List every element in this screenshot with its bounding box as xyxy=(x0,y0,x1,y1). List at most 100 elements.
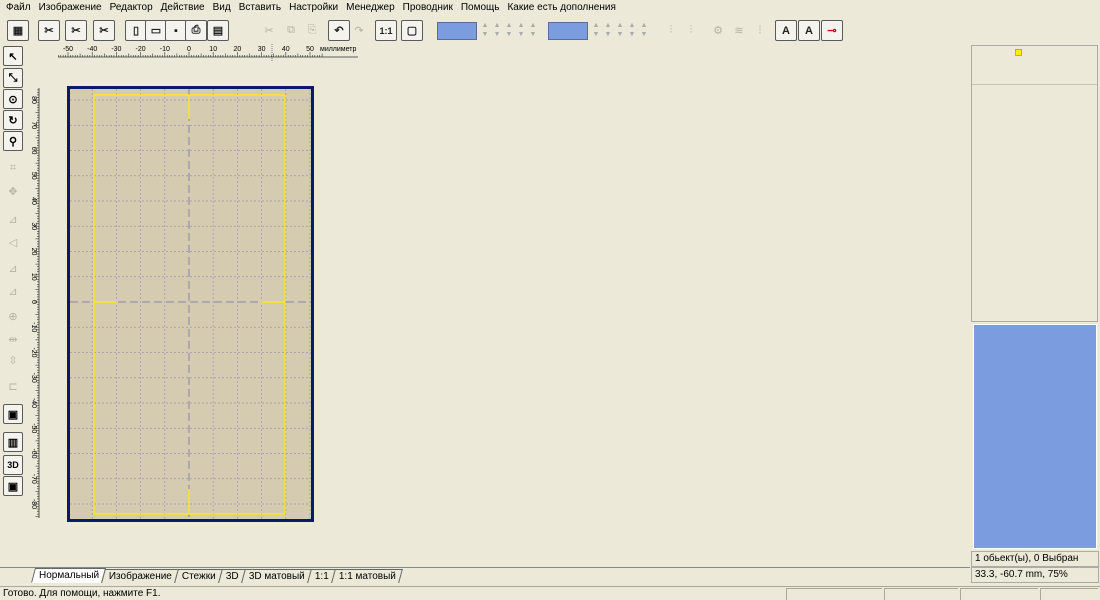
open-file-button[interactable]: ▭ xyxy=(145,20,167,41)
order-tool[interactable]: ⊏ xyxy=(3,376,23,396)
align-v-tool[interactable]: ⇳ xyxy=(3,350,23,370)
key-button[interactable]: ⊸ xyxy=(821,20,843,41)
photo-tool[interactable]: ▣ xyxy=(3,476,23,496)
color-swatch-secondary[interactable] xyxy=(548,22,588,40)
spin-up-icon[interactable]: ▲ ▼ xyxy=(639,21,649,41)
skew-v-tool[interactable]: ⊿ xyxy=(3,281,23,301)
zoom-tool[interactable]: ⚲ xyxy=(3,131,23,151)
menu-item-1[interactable]: Изображение xyxy=(35,0,106,16)
menu-item-9[interactable]: Помощь xyxy=(457,0,504,16)
spin-up-icon[interactable]: ▲ ▼ xyxy=(480,21,490,41)
paste-button[interactable]: ⎘ xyxy=(301,20,323,41)
center-icon: ⊕ xyxy=(8,310,18,323)
mirror-v-tool[interactable]: ◁ xyxy=(3,232,23,252)
align-spread-button[interactable]: ⫶ xyxy=(680,20,702,41)
tab-label: Стежки xyxy=(181,571,216,582)
redo-icon: ↷ xyxy=(354,25,364,37)
overview-panel xyxy=(971,45,1098,322)
spin-up-icon[interactable]: ▲ ▼ xyxy=(627,21,637,41)
distribute-icon: ⚙ xyxy=(713,25,723,37)
menu-item-4[interactable]: Вид xyxy=(209,0,235,16)
tab-4[interactable]: 3D матовый xyxy=(240,569,312,583)
digitize-button[interactable]: ✂ xyxy=(38,20,60,41)
menu-item-10[interactable]: Какие есть дополнения xyxy=(503,0,619,16)
tab-0[interactable]: Нормальный xyxy=(30,568,107,583)
redo-button[interactable]: ↷ xyxy=(348,20,370,41)
print-button[interactable]: ⎙ xyxy=(185,20,207,41)
cut-icon: ✂ xyxy=(264,25,274,37)
lasso-tool[interactable]: ⊙ xyxy=(3,89,23,109)
hoop-icon: ▣ xyxy=(7,408,19,421)
menu-item-6[interactable]: Настройки xyxy=(285,0,342,16)
align-center-icon: ⫶ xyxy=(669,24,673,36)
overview-marker-icon[interactable] xyxy=(1015,49,1022,56)
menu-item-2[interactable]: Редактор xyxy=(106,0,157,16)
select-tool[interactable]: ↖ xyxy=(3,46,23,66)
spin-up-icon[interactable]: ▲ ▼ xyxy=(615,21,625,41)
text-path-button[interactable]: A xyxy=(798,20,820,41)
menu-item-5[interactable]: Вставить xyxy=(235,0,285,16)
digitize-cross-button[interactable]: ✂ xyxy=(93,20,115,41)
mirror-h-tool[interactable]: ⊿ xyxy=(3,209,23,229)
menu-item-3[interactable]: Действие xyxy=(157,0,209,16)
align-spread-icon: ⫶ xyxy=(689,24,693,36)
color-preview-panel[interactable] xyxy=(973,324,1097,549)
fit-icon: ▢ xyxy=(406,25,418,37)
tab-2[interactable]: Стежки xyxy=(174,569,223,583)
skew-tool[interactable]: ⊿ xyxy=(3,258,23,278)
open-design-button[interactable]: ▦ xyxy=(7,20,29,41)
ruler-label: -70 xyxy=(30,474,37,484)
spin-up-icon[interactable]: ▲ ▼ xyxy=(492,21,502,41)
center-tool[interactable]: ⊕ xyxy=(3,306,23,326)
ruler-label: 80 xyxy=(30,96,37,104)
tab-1[interactable]: Изображение xyxy=(101,569,180,583)
fit-button[interactable]: ▢ xyxy=(401,20,423,41)
align-v-icon: ⇳ xyxy=(8,354,18,367)
select-icon: ↖ xyxy=(8,50,18,63)
undo-button[interactable]: ↶ xyxy=(328,20,350,41)
print-preview-button[interactable]: ▤ xyxy=(207,20,229,41)
color-swatch-primary[interactable] xyxy=(437,22,477,40)
digitize-photo-button[interactable]: ✂ xyxy=(65,20,87,41)
reshape-icon: ⤡ xyxy=(8,71,18,84)
view-2d-tool[interactable]: ▥ xyxy=(3,432,23,452)
menu-bar: Файл Изображение Редактор Действие Вид Встави… xyxy=(0,0,1100,16)
spin-up-icon[interactable]: ▲ ▼ xyxy=(516,21,526,41)
reshape-tool[interactable]: ⤡ xyxy=(3,68,23,88)
move-tool[interactable]: ✥ xyxy=(3,181,23,201)
cut-button[interactable]: ✂ xyxy=(258,20,280,41)
distribute-button[interactable]: ⚙ xyxy=(707,20,729,41)
text-button[interactable]: A xyxy=(775,20,797,41)
save-button[interactable]: ▪ xyxy=(165,20,187,41)
spin-up-icon[interactable]: ▲ ▼ xyxy=(528,21,538,41)
tab-6[interactable]: 1:1 матовый xyxy=(330,569,403,583)
menu-item-8[interactable]: Проводник xyxy=(399,0,457,16)
tab-label: Нормальный xyxy=(39,570,100,581)
open-file-icon: ▭ xyxy=(150,25,162,37)
view-3d-tool[interactable]: 3D xyxy=(3,455,23,475)
status-pane xyxy=(960,588,1038,600)
wave-button[interactable]: ≋ xyxy=(728,20,750,41)
open-design-icon: ▦ xyxy=(12,25,24,37)
align-h-tool[interactable]: ⇹ xyxy=(3,329,23,349)
mirror-v-icon: ◁ xyxy=(8,236,18,249)
spin-up-icon[interactable]: ▲ ▼ xyxy=(603,21,613,41)
ruler-label: 50 xyxy=(306,46,314,53)
view-3d-icon: 3D xyxy=(7,460,19,470)
resize-tool[interactable]: ⌗ xyxy=(3,158,23,178)
spin-up-icon[interactable]: ▲ ▼ xyxy=(591,21,601,41)
menu-item-7[interactable]: Менеджер xyxy=(342,0,399,16)
menu-item-0[interactable]: Файл xyxy=(2,0,35,16)
rotate-tool[interactable]: ↻ xyxy=(3,110,23,130)
column-button[interactable]: ⦙ xyxy=(749,20,771,41)
copy-button[interactable]: ⧉ xyxy=(280,20,302,41)
hoop-tool[interactable]: ▣ xyxy=(3,404,23,424)
zoom-1-1-button[interactable]: 1:1 xyxy=(375,20,397,41)
new-file-button[interactable]: ▯ xyxy=(125,20,147,41)
design-canvas[interactable] xyxy=(67,86,314,522)
align-center-button[interactable]: ⫶ xyxy=(660,20,682,41)
paste-icon: ⎘ xyxy=(307,24,317,36)
skew-v-icon: ⊿ xyxy=(8,285,18,298)
ruler-label: 20 xyxy=(234,46,242,53)
spin-up-icon[interactable]: ▲ ▼ xyxy=(504,21,514,41)
